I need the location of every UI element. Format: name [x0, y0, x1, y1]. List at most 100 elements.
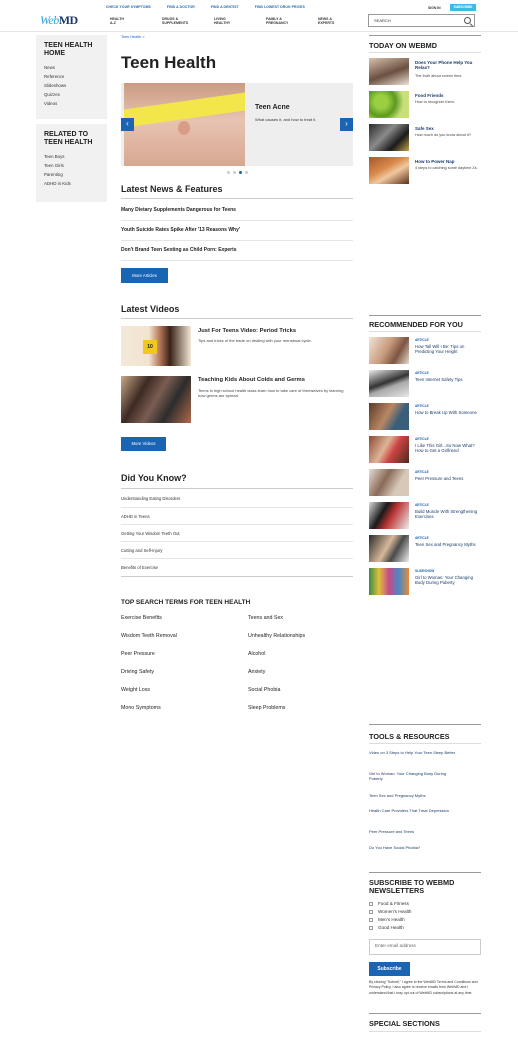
carousel-title[interactable]: Teen Acne [255, 104, 290, 111]
carousel-prev-icon[interactable]: ‹ [121, 118, 134, 131]
nav-family-pregnancy[interactable]: FAMILY & PREGNANCY [266, 17, 318, 25]
search-term[interactable]: Unhealthy Relationships [248, 633, 305, 639]
rec-title[interactable]: How to Break Up With Someone [415, 410, 481, 415]
rec-title[interactable]: Girl to Woman: Your Changing Body During… [415, 575, 481, 585]
newsletter-option[interactable]: Good Health [369, 924, 411, 932]
checkbox[interactable] [369, 901, 373, 906]
teen-health-home-box: TEEN HEALTH HOME News Reference Slidesho… [36, 35, 107, 119]
today-desc: How to recognize them. [415, 100, 455, 104]
nav-living-healthy[interactable]: LIVING HEALTHY [214, 17, 266, 25]
search-term[interactable]: Social Phobia [248, 687, 280, 693]
today-thumbnail[interactable] [369, 91, 409, 118]
checkbox[interactable] [369, 917, 373, 922]
tool-link[interactable]: Peer Pressure and Teens [369, 829, 459, 835]
rec-thumbnail[interactable] [369, 568, 409, 595]
newsletter-option[interactable]: Food & Fitness [369, 900, 411, 908]
search-term[interactable]: Alcohol [248, 651, 265, 657]
search-term[interactable]: Teens and Sex [248, 615, 283, 621]
newsletter-option[interactable]: Men's Health [369, 916, 411, 924]
search-term[interactable]: Driving Safety [121, 669, 154, 675]
video-title[interactable]: Just For Teens Video: Period Tricks [198, 328, 296, 334]
tool-link[interactable]: Do You Have Social Phobia? [369, 845, 459, 851]
rec-title[interactable]: Build Muscle With Strengthening Exercise… [415, 509, 481, 519]
nav-drugs[interactable]: DRUGS & SUPPLEMENTS [162, 17, 214, 25]
today-title[interactable]: How to Power Nap [415, 159, 455, 164]
did-you-know-item[interactable]: Cutting and Self-Injury [121, 548, 162, 553]
video-thumbnail[interactable] [121, 376, 191, 423]
sidebar-item-news[interactable]: News [44, 63, 99, 72]
symptom-checker-link[interactable]: CHECK YOUR SYMPTOMS [106, 5, 151, 9]
drug-prices-link[interactable]: FIND LOWEST DRUG PRICES [255, 5, 305, 9]
tool-link[interactable]: Girl to Woman: Your Changing Body During… [369, 771, 459, 782]
today-thumbnail[interactable] [369, 157, 409, 184]
search-term[interactable]: Anxiety [248, 669, 265, 675]
breadcrumb[interactable]: Teen Health > [121, 35, 145, 39]
divider [121, 318, 353, 319]
checkbox[interactable] [369, 925, 373, 930]
news-item[interactable]: Many Dietary Supplements Dangerous for T… [121, 207, 236, 213]
carousel-next-icon[interactable]: › [340, 118, 353, 131]
today-title[interactable]: Does Your Phone Help You Relax? [415, 60, 481, 71]
today-title[interactable]: Food Friends [415, 93, 444, 98]
sidebar-item-parenting[interactable]: Parenting [44, 170, 99, 179]
rec-title[interactable]: How Tall Will I Be: Tips on Predicting Y… [415, 344, 481, 354]
did-you-know-item[interactable]: ADHD in Teens [121, 514, 150, 519]
sidebar-item-teen-boys[interactable]: Teen Boys [44, 152, 99, 161]
email-field[interactable]: Enter email address [369, 939, 481, 955]
did-you-know-item[interactable]: Getting Your Wisdom Teeth Out [121, 531, 180, 536]
search-input[interactable]: SEARCH [368, 14, 475, 27]
checkbox[interactable] [369, 909, 373, 914]
sidebar-item-videos[interactable]: Videos [44, 99, 99, 108]
sidebar-home-title[interactable]: TEEN HEALTH HOME [44, 42, 99, 57]
today-thumbnail[interactable] [369, 124, 409, 151]
sidebar-item-slideshows[interactable]: Slideshows [44, 81, 99, 90]
video-thumbnail[interactable]: 10 [121, 326, 191, 366]
rec-thumbnail[interactable] [369, 370, 409, 397]
find-dentist-link[interactable]: FIND A DENTIST [211, 5, 239, 9]
rec-title[interactable]: I Like This Girl...So Now What? How to G… [415, 443, 481, 453]
search-term[interactable]: Exercise Benefits [121, 615, 162, 621]
sidebar-item-teen-girls[interactable]: Teen Girls [44, 161, 99, 170]
search-term[interactable]: Mono Symptoms [121, 705, 161, 711]
carousel[interactable] [121, 83, 353, 166]
sidebar-item-quizzes[interactable]: Quizzes [44, 90, 99, 99]
rec-thumbnail[interactable] [369, 469, 409, 496]
search-term[interactable]: Weight Loss [121, 687, 150, 693]
rec-thumbnail[interactable] [369, 502, 409, 529]
rec-title[interactable]: Teen Sex and Pregnancy Myths [415, 542, 481, 547]
more-videos-button[interactable]: More Videos [121, 437, 166, 451]
rec-thumbnail[interactable] [369, 436, 409, 463]
tool-link[interactable]: Health Care Providers That Treat Depress… [369, 808, 459, 814]
more-articles-button[interactable]: More Articles [121, 268, 168, 283]
nav-news-experts[interactable]: NEWS & EXPERTS [318, 17, 370, 25]
news-item[interactable]: Don't Brand Teen Sexting as Child Porn: … [121, 247, 237, 253]
search-icon[interactable] [464, 17, 471, 24]
rec-thumbnail[interactable] [369, 337, 409, 364]
search-term[interactable]: Peer Pressure [121, 651, 155, 657]
today-title[interactable]: Safe Sex [415, 126, 434, 131]
rec-thumbnail[interactable] [369, 535, 409, 562]
webmd-logo[interactable]: WebMD [40, 13, 78, 28]
sidebar-item-reference[interactable]: Reference [44, 72, 99, 81]
subscribe-button[interactable]: Subscribe [369, 962, 410, 976]
rec-title[interactable]: Peer Pressure and Teens [415, 476, 481, 481]
tool-link[interactable]: Teen Sex and Pregnancy Myths [369, 793, 459, 799]
sidebar-item-adhd[interactable]: ADHD in Kids [44, 179, 99, 188]
did-you-know-item[interactable]: Understanding Eating Disorders [121, 496, 180, 501]
sign-in-link[interactable]: SIGN IN [428, 6, 441, 10]
today-thumbnail[interactable] [369, 58, 409, 85]
nav-health-a-z[interactable]: HEALTH A-Z [110, 17, 162, 25]
rec-thumbnail[interactable] [369, 403, 409, 430]
news-item[interactable]: Youth Suicide Rates Spike After '13 Reas… [121, 227, 240, 233]
carousel-dots[interactable] [227, 171, 251, 174]
did-you-know-item[interactable]: Benefits of Exercise [121, 565, 158, 570]
video-title[interactable]: Teaching Kids About Colds and Germs [198, 377, 305, 383]
subscribe-top-button[interactable]: SUBSCRIBE [450, 4, 476, 11]
rec-title[interactable]: Teen Internet Safety Tips [415, 377, 481, 382]
search-term[interactable]: Sleep Problems [248, 705, 285, 711]
newsletter-option[interactable]: Women's Health [369, 908, 411, 916]
carousel-image[interactable] [124, 83, 245, 166]
search-term[interactable]: Wisdom Teeth Removal [121, 633, 177, 639]
find-doctor-link[interactable]: FIND A DOCTOR [167, 5, 195, 9]
tool-link[interactable]: Video on 3 Steps to Help Your Teen Sleep… [369, 750, 459, 756]
